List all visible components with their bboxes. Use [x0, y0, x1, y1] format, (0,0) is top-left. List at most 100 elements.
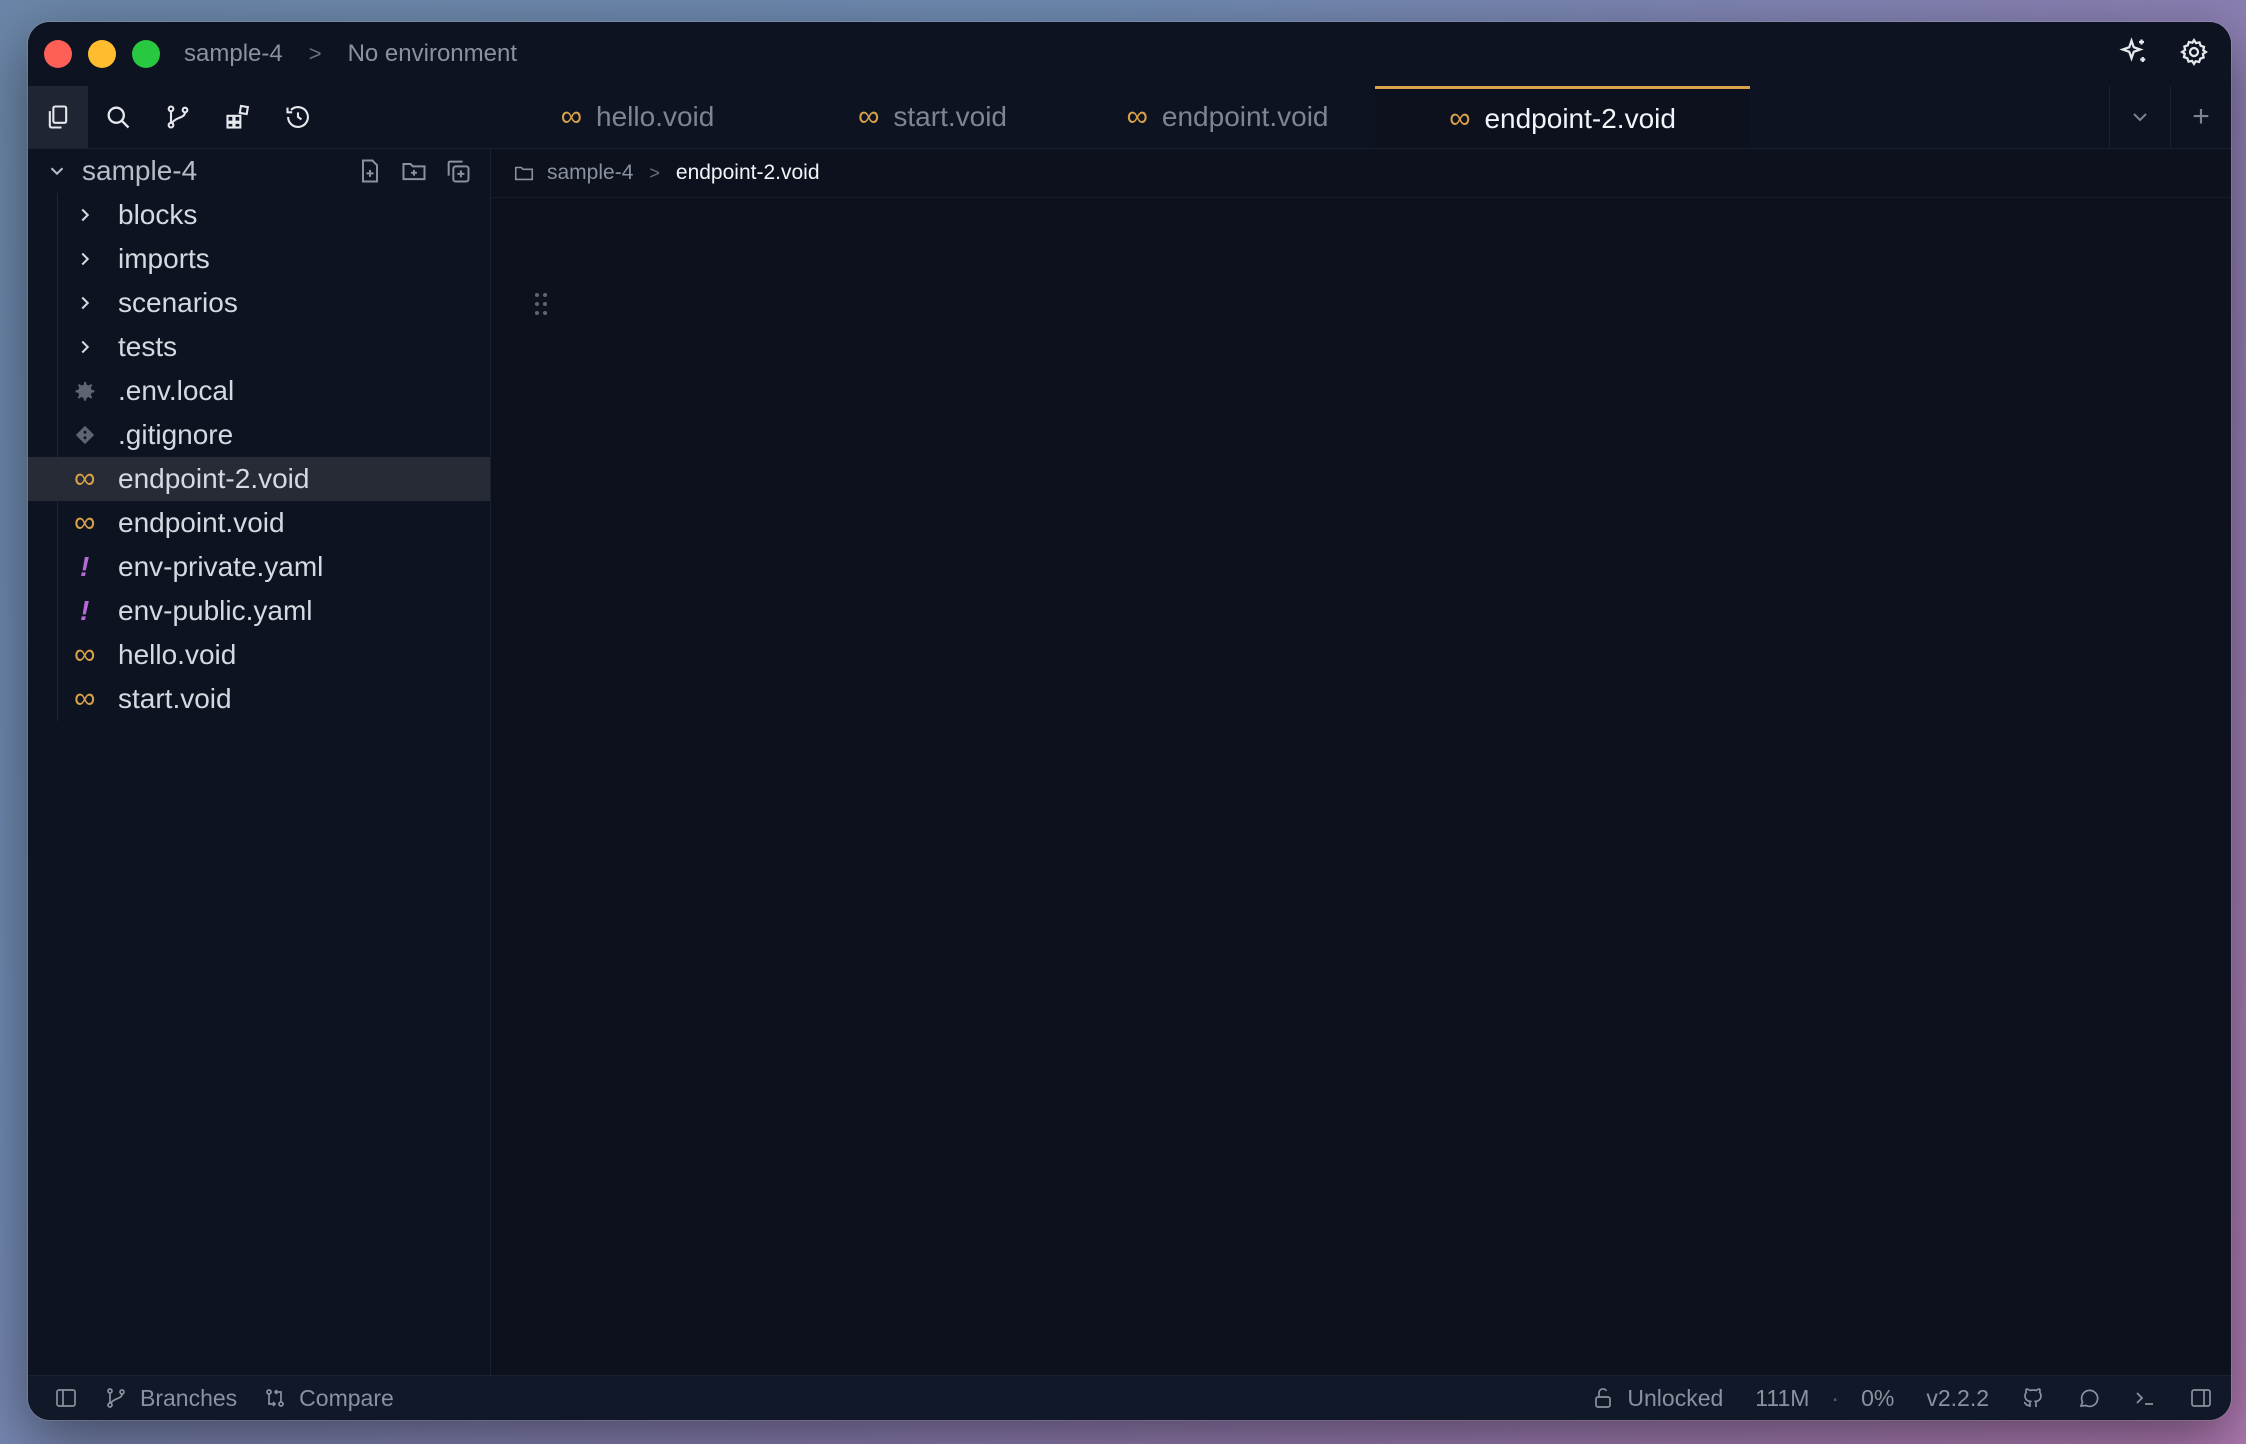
sparkle-icon	[2119, 36, 2146, 62]
void-file-icon: ∞	[858, 100, 880, 133]
version-badge[interactable]: v2.2.2	[1926, 1385, 1989, 1412]
settings-button[interactable]	[2179, 37, 2209, 72]
git-branch-icon	[167, 105, 189, 129]
chevron-right-icon: >	[649, 162, 660, 183]
status-bar: Branches Compare Unlocked 111M · 0% v2.2…	[28, 1375, 2231, 1420]
drag-handle-icon[interactable]	[533, 291, 549, 317]
github-icon	[2023, 1388, 2042, 1407]
compare-label: Compare	[299, 1384, 394, 1411]
close-window-button[interactable]	[44, 40, 72, 68]
ai-sparkle-button[interactable]	[2119, 36, 2149, 72]
tree-item-label: scenarios	[118, 287, 238, 318]
version-label: v2.2.2	[1926, 1384, 1989, 1411]
new-tab-button[interactable]: +	[2170, 86, 2231, 148]
minimize-window-button[interactable]	[88, 40, 116, 68]
tree-item-label: .env.local	[118, 375, 235, 406]
tree-item-label: env-private.yaml	[118, 551, 324, 582]
history-button[interactable]	[268, 86, 328, 148]
tree-file-endpoint-void[interactable]: ∞ endpoint.void	[28, 501, 490, 545]
file-tree: blocks imports scenarios tests .env.loca…	[28, 193, 490, 721]
void-file-icon: ∞	[74, 638, 96, 671]
tab-label: endpoint-2.void	[1484, 102, 1676, 134]
chevron-right-icon	[81, 296, 90, 310]
tree-file-env-local[interactable]: .env.local	[28, 369, 490, 413]
chat-bubble-icon	[2079, 1389, 2099, 1408]
branches-label: Branches	[140, 1384, 238, 1411]
tab-label: start.void	[893, 101, 1007, 132]
right-panel-icon	[2191, 1389, 2211, 1407]
cpu-usage: 0%	[1861, 1384, 1895, 1411]
chevron-right-icon	[81, 252, 90, 266]
tree-file-env-public-yaml[interactable]: ! env-public.yaml	[28, 589, 490, 633]
tree-folder-tests[interactable]: tests	[28, 325, 490, 369]
tree-folder-blocks[interactable]: blocks	[28, 193, 490, 237]
tree-file-start-void[interactable]: ∞ start.void	[28, 677, 490, 721]
chevron-right-icon	[81, 340, 90, 354]
new-file-icon[interactable]	[356, 157, 384, 185]
duplicate-icon[interactable]	[444, 157, 472, 185]
compare-icon	[266, 1389, 285, 1407]
tree-item-label: .gitignore	[118, 419, 234, 450]
environment-selector[interactable]: No environment	[348, 40, 517, 68]
chevron-right-icon	[81, 208, 90, 222]
tab-endpoint-2-void[interactable]: ∞ endpoint-2.void	[1375, 86, 1750, 148]
tab-start-void[interactable]: ∞ start.void	[785, 86, 1080, 148]
source-control-button[interactable]	[148, 86, 208, 148]
terminal-icon	[2136, 1392, 2153, 1405]
files-icon	[48, 105, 68, 129]
tab-label: endpoint.void	[1161, 101, 1329, 132]
tree-item-label: imports	[118, 243, 210, 274]
editor-area[interactable]: sample-4 > endpoint-2.void	[491, 149, 2231, 1376]
sidebar-icon	[56, 1389, 76, 1407]
void-file-icon: ∞	[74, 682, 96, 715]
tree-item-label: start.void	[118, 683, 232, 714]
tree-folder-scenarios[interactable]: scenarios	[28, 281, 490, 325]
yaml-file-icon: !	[80, 551, 90, 582]
yaml-file-icon: !	[80, 595, 90, 626]
editor-tabs: ∞ hello.void ∞ start.void ∞ endpoint.voi…	[490, 86, 2231, 148]
tab-row: ∞ hello.void ∞ start.void ∞ endpoint.voi…	[28, 86, 2231, 149]
toggle-sidebar-button[interactable]	[54, 1386, 78, 1410]
search-button[interactable]	[88, 86, 148, 148]
project-root-row[interactable]: sample-4	[28, 149, 490, 193]
blocks-button[interactable]	[208, 86, 268, 148]
breadcrumb: sample-4 > endpoint-2.void	[491, 149, 2231, 198]
new-folder-icon[interactable]	[400, 157, 428, 185]
activity-bar	[28, 86, 490, 148]
git-file-icon	[75, 425, 95, 445]
maximize-window-button[interactable]	[132, 40, 160, 68]
tree-file-hello-void[interactable]: ∞ hello.void	[28, 633, 490, 677]
toggle-right-panel-button[interactable]	[2189, 1386, 2213, 1410]
github-button[interactable]	[2021, 1386, 2045, 1410]
gear-icon	[2180, 37, 2208, 66]
tab-endpoint-void[interactable]: ∞ endpoint.void	[1080, 86, 1375, 148]
unlock-icon	[1595, 1388, 1612, 1408]
void-file-icon: ∞	[1126, 100, 1148, 133]
branches-button[interactable]: Branches	[104, 1385, 237, 1412]
project-selector[interactable]: sample-4	[184, 40, 283, 68]
tree-folder-imports[interactable]: imports	[28, 237, 490, 281]
tree-file-endpoint-2-void[interactable]: ∞ endpoint-2.void	[28, 457, 490, 501]
breadcrumb-root[interactable]: sample-4	[547, 161, 633, 185]
terminal-button[interactable]	[2133, 1386, 2157, 1410]
explorer-button[interactable]	[28, 86, 88, 148]
memory-usage: 111M	[1755, 1384, 1810, 1411]
breadcrumb-current[interactable]: endpoint-2.void	[676, 161, 820, 185]
tree-file-gitignore[interactable]: .gitignore	[28, 413, 490, 457]
folder-icon	[514, 166, 534, 181]
tab-label: hello.void	[596, 101, 715, 132]
tree-file-env-private-yaml[interactable]: ! env-private.yaml	[28, 545, 490, 589]
feedback-button[interactable]	[2077, 1386, 2101, 1410]
tree-item-label: env-public.yaml	[118, 595, 313, 626]
lock-toggle[interactable]: Unlocked	[1591, 1385, 1723, 1412]
compare-button[interactable]: Compare	[263, 1385, 394, 1412]
plus-icon: +	[2192, 100, 2210, 133]
git-branch-icon	[107, 1388, 125, 1408]
tab-list-dropdown-button[interactable]	[2109, 86, 2170, 148]
tab-hello-void[interactable]: ∞ hello.void	[490, 86, 785, 148]
resource-usage: 111M · 0%	[1755, 1385, 1894, 1412]
tree-item-label: blocks	[118, 199, 198, 230]
void-file-icon: ∞	[74, 506, 96, 539]
separator-dot: ·	[1831, 1384, 1840, 1411]
title-breadcrumb: sample-4 > No environment	[184, 40, 517, 68]
